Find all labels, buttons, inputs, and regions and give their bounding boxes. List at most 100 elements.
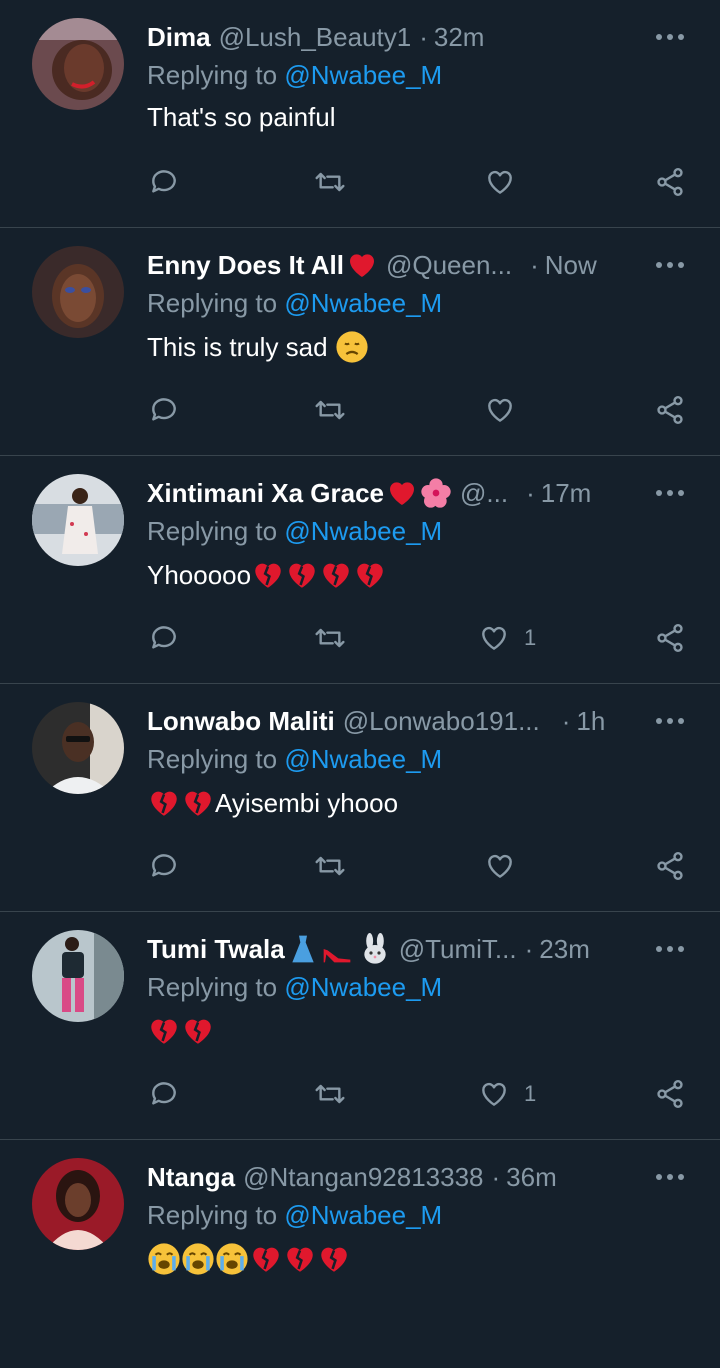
timestamp[interactable]: 32m — [434, 22, 485, 53]
retweet-icon — [315, 172, 345, 192]
replying-to: Replying to @Nwabee_M — [147, 60, 442, 91]
timestamp[interactable]: 17m — [541, 478, 592, 509]
reply-tweet[interactable]: Enny Does It All @Queen... · Now Replyin… — [0, 228, 720, 456]
avatar[interactable] — [32, 18, 124, 110]
reply-button[interactable] — [148, 846, 180, 886]
tweet-text-content: This is truly sad — [147, 331, 335, 362]
mention-link[interactable]: @Nwabee_M — [284, 288, 442, 318]
share-icon — [657, 396, 683, 424]
reply-icon — [152, 398, 176, 421]
broken-heart-icon — [357, 563, 383, 588]
mention-link[interactable]: @Nwabee_M — [284, 60, 442, 90]
more-options-icon[interactable] — [650, 1162, 690, 1192]
red-heart-icon — [346, 249, 378, 281]
reply-tweet[interactable]: Ntanga @Ntangan92813338 · 36m Replying t… — [0, 1140, 720, 1368]
display-name[interactable]: Lonwabo Maliti — [147, 706, 335, 737]
like-button[interactable]: 1 — [478, 1074, 536, 1114]
tweet-text-content: That's so painful — [147, 102, 336, 132]
retweet-button[interactable] — [314, 390, 346, 430]
heart-icon — [488, 854, 512, 878]
share-button[interactable] — [654, 390, 686, 430]
tweet-header: Lonwabo Maliti @Lonwabo191... · 1h — [147, 704, 690, 738]
reply-tweet[interactable]: Lonwabo Maliti @Lonwabo191... · 1h Reply… — [0, 684, 720, 912]
crying-face-icon — [182, 1243, 214, 1275]
heart-icon — [488, 398, 512, 422]
share-button[interactable] — [654, 1074, 686, 1114]
avatar[interactable] — [32, 702, 124, 794]
broken-heart-icon — [185, 791, 211, 816]
mention-link[interactable]: @Nwabee_M — [284, 744, 442, 774]
reply-button[interactable] — [148, 1074, 180, 1114]
display-name[interactable]: Dima — [147, 22, 211, 53]
avatar[interactable] — [32, 246, 124, 338]
tweet-header: Tumi Twala @TumiT... · 23m — [147, 932, 690, 966]
replying-prefix: Replying to — [147, 60, 285, 90]
heart-icon — [482, 1082, 506, 1106]
reply-tweet[interactable]: Dima @Lush_Beauty1 · 32m Replying to @Nw… — [0, 0, 720, 228]
share-button[interactable] — [654, 162, 686, 202]
separator: · — [419, 21, 428, 52]
user-handle[interactable]: @Queen... — [386, 250, 512, 281]
timestamp[interactable]: Now — [545, 250, 597, 281]
like-button[interactable] — [484, 390, 516, 430]
heart-icon — [488, 170, 512, 194]
retweet-icon — [315, 400, 345, 420]
display-name[interactable]: Tumi Twala — [147, 934, 285, 965]
user-handle[interactable]: @Ntangan92813338 — [243, 1162, 483, 1193]
timestamp[interactable]: 23m — [539, 934, 590, 965]
display-name[interactable]: Enny Does It All — [147, 250, 344, 281]
timestamp[interactable]: 36m — [506, 1162, 557, 1193]
reply-icon — [152, 1082, 176, 1105]
separator: · — [491, 1161, 501, 1192]
mention-link[interactable]: @Nwabee_M — [284, 516, 442, 546]
retweet-button[interactable] — [314, 618, 346, 658]
reply-button[interactable] — [148, 618, 180, 658]
disappointed-face-icon — [336, 331, 368, 363]
broken-heart-icon — [151, 1019, 177, 1044]
avatar[interactable] — [32, 930, 124, 1022]
action-bar: 1 — [0, 1074, 720, 1114]
mention-link[interactable]: @Nwabee_M — [284, 1200, 442, 1230]
replying-prefix: Replying to — [147, 516, 285, 546]
crying-face-icon — [148, 1243, 180, 1275]
reply-button[interactable] — [148, 162, 180, 202]
user-handle[interactable]: @Lonwabo191... — [343, 706, 540, 737]
separator: · — [561, 705, 571, 736]
retweet-button[interactable] — [314, 162, 346, 202]
replying-prefix: Replying to — [147, 972, 285, 1002]
user-handle[interactable]: @... — [460, 478, 508, 509]
replying-prefix: Replying to — [147, 1200, 285, 1230]
replying-to: Replying to @Nwabee_M — [147, 516, 442, 547]
avatar[interactable] — [32, 1158, 124, 1250]
share-button[interactable] — [654, 846, 686, 886]
retweet-icon — [315, 856, 345, 876]
timestamp[interactable]: 1h — [576, 706, 605, 737]
high-heel-icon — [321, 933, 353, 965]
display-name[interactable]: Xintimani Xa Grace — [147, 478, 384, 509]
action-bar — [0, 162, 720, 202]
reply-tweet[interactable]: Tumi Twala @TumiT... · 23m Replying to @… — [0, 912, 720, 1140]
retweet-button[interactable] — [314, 1074, 346, 1114]
more-options-icon[interactable] — [650, 22, 690, 52]
more-options-icon[interactable] — [650, 478, 690, 508]
dress-icon — [287, 933, 319, 965]
retweet-button[interactable] — [314, 846, 346, 886]
like-button[interactable] — [484, 846, 516, 886]
hibiscus-icon — [420, 477, 452, 509]
user-handle[interactable]: @Lush_Beauty1 — [219, 22, 412, 53]
tweet-text — [147, 1242, 351, 1276]
replying-to: Replying to @Nwabee_M — [147, 744, 442, 775]
reply-button[interactable] — [148, 390, 180, 430]
reply-tweet[interactable]: Xintimani Xa Grace @... · 17m Replying t… — [0, 456, 720, 684]
share-button[interactable] — [654, 618, 686, 658]
like-button[interactable] — [484, 162, 516, 202]
more-options-icon[interactable] — [650, 250, 690, 280]
tweet-text: That's so painful — [147, 102, 336, 133]
mention-link[interactable]: @Nwabee_M — [284, 972, 442, 1002]
avatar[interactable] — [32, 474, 124, 566]
more-options-icon[interactable] — [650, 934, 690, 964]
like-button[interactable]: 1 — [478, 618, 536, 658]
more-options-icon[interactable] — [650, 706, 690, 736]
user-handle[interactable]: @TumiT... — [399, 934, 517, 965]
display-name[interactable]: Ntanga — [147, 1162, 235, 1193]
